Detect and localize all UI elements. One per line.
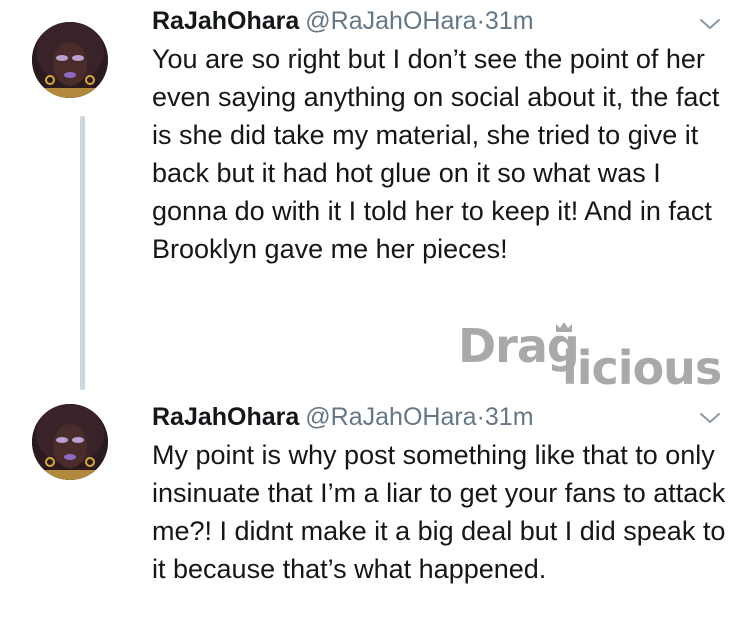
- tweet-2: RaJahOhara @RaJahOHara·31m My point is wh…: [0, 380, 750, 639]
- tweet-header: RaJahOhara @RaJahOHara·31m: [152, 400, 534, 434]
- tweet-text: My point is why post something like that…: [152, 440, 726, 584]
- author-handle[interactable]: @RaJahOHara: [305, 403, 476, 431]
- timestamp[interactable]: 31m: [485, 7, 534, 35]
- tweet-header: RaJahOhara @RaJahOHara·31m: [152, 4, 534, 38]
- author-name[interactable]: RaJahOhara: [152, 403, 299, 431]
- chevron-down-icon[interactable]: [698, 12, 722, 36]
- avatar[interactable]: [32, 404, 108, 480]
- separator-dot: ·: [476, 7, 485, 35]
- author-handle[interactable]: @RaJahOHara: [305, 7, 476, 35]
- tweet-text: You are so right but I don’t see the poi…: [152, 44, 720, 264]
- thread-line: [80, 116, 85, 390]
- avatar-image: [32, 22, 108, 98]
- timestamp[interactable]: 31m: [485, 403, 534, 431]
- separator-dot: ·: [476, 403, 485, 431]
- chevron-down-icon[interactable]: [698, 406, 722, 430]
- avatar[interactable]: [32, 22, 108, 98]
- avatar-image: [32, 404, 108, 480]
- author-name[interactable]: RaJahOhara: [152, 7, 299, 35]
- tweet-1: RaJahOhara @RaJahOHara·31m You are so rig…: [0, 0, 750, 390]
